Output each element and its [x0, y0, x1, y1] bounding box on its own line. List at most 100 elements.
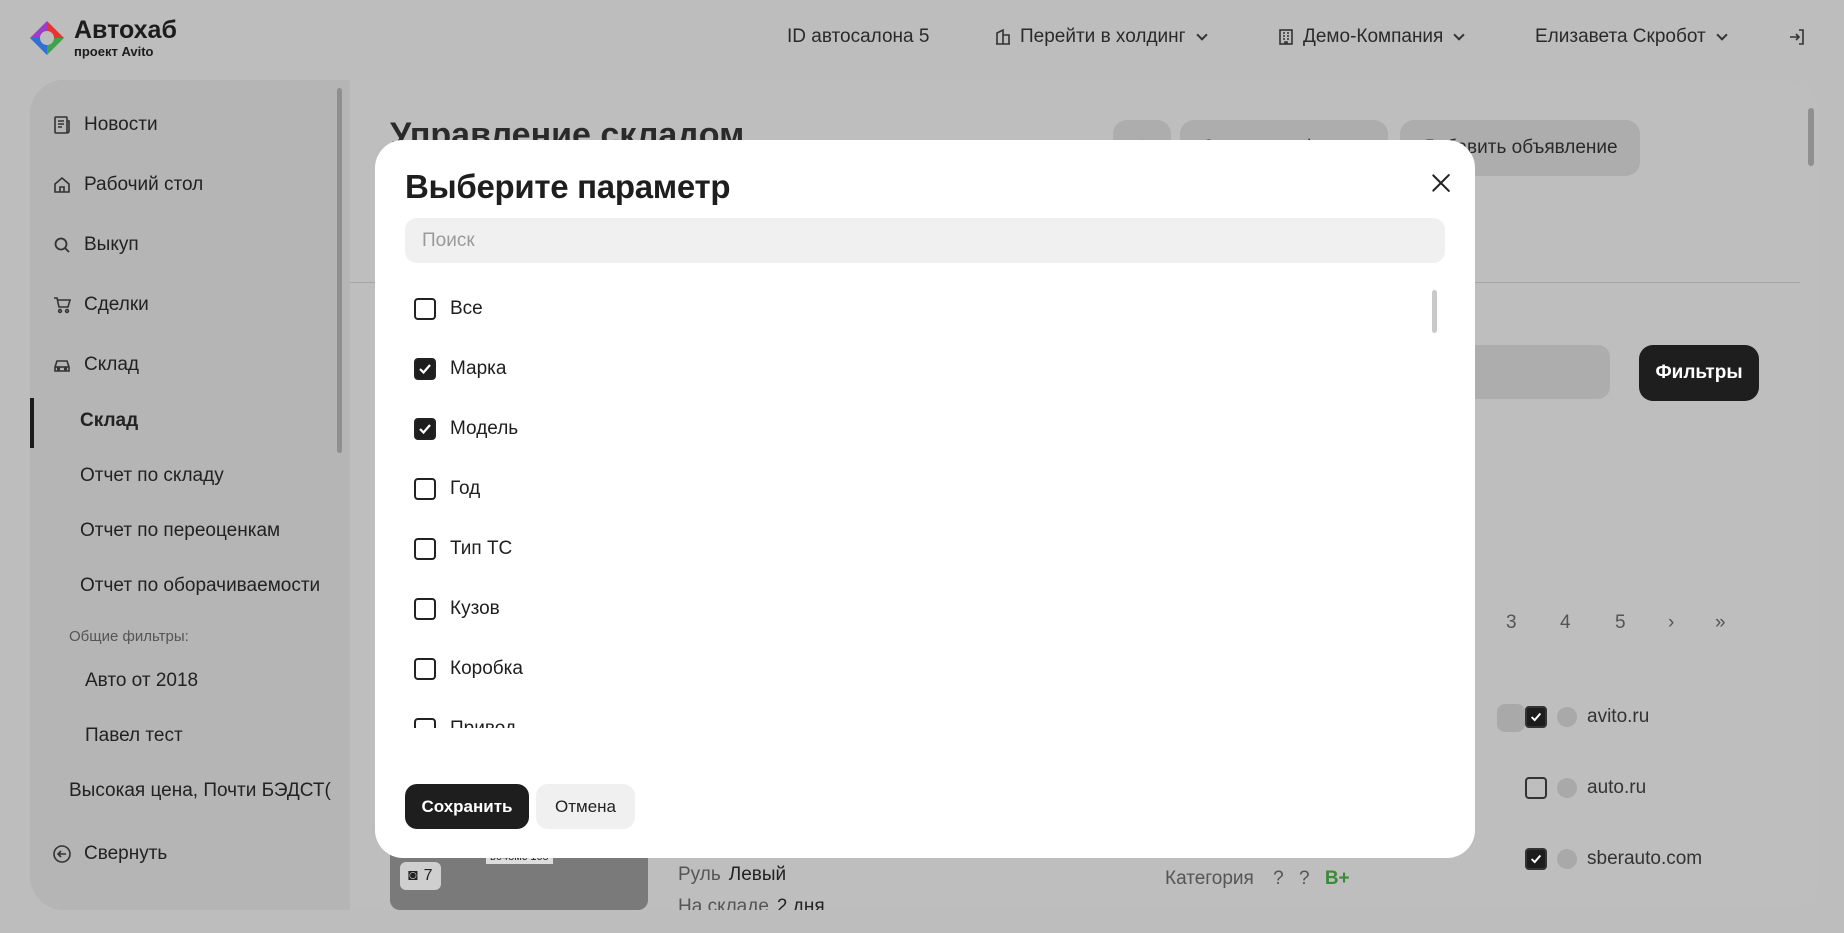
- top-header: Автохаб проект Avito ID автосалона 5 Пер…: [0, 0, 1844, 78]
- cart-icon: [54, 297, 72, 314]
- checkbox[interactable]: [414, 298, 436, 320]
- photo-count-badge: ◙ 7: [400, 862, 441, 890]
- spec-value: Левый: [728, 864, 787, 885]
- collapse-sidebar-button[interactable]: Свернуть: [52, 843, 167, 865]
- option-vehicle-type[interactable]: Тип ТС: [414, 538, 512, 560]
- chevron-down-icon: [1195, 28, 1208, 41]
- chevron-down-icon: [1716, 28, 1728, 41]
- last-page-icon[interactable]: »: [1715, 612, 1726, 634]
- sidebar-item-label: Склад: [84, 354, 139, 375]
- saved-filter-item[interactable]: Павел тест: [85, 725, 183, 747]
- option-body[interactable]: Кузов: [414, 598, 500, 620]
- modal-title: Выберите параметр: [405, 168, 731, 205]
- sidebar: Новости Рабочий стол Выкуп Сделки Склад …: [30, 80, 350, 910]
- sidebar-item-label: Новости: [84, 114, 158, 135]
- sidebar-subitem-stock[interactable]: Склад: [80, 410, 138, 432]
- checkbox[interactable]: [414, 658, 436, 680]
- source-logo-icon: [1557, 778, 1577, 798]
- source-name: auto.ru: [1587, 777, 1647, 798]
- filters-button[interactable]: Фильтры: [1639, 345, 1759, 401]
- option-brand[interactable]: Марка: [414, 358, 506, 380]
- list-scrollbar[interactable]: [1432, 290, 1437, 333]
- search-icon: [54, 237, 70, 253]
- source-checkbox[interactable]: [1525, 777, 1547, 799]
- sidebar-item-news[interactable]: Новости: [52, 114, 158, 136]
- checkbox-checked[interactable]: [414, 358, 436, 380]
- option-drive[interactable]: Привод: [414, 718, 516, 728]
- spec-steering: Руль Левый: [678, 864, 786, 886]
- source-logo-icon: [1557, 707, 1577, 727]
- option-label: Марка: [450, 358, 507, 379]
- logo-subtitle: проект Avito: [74, 44, 154, 59]
- checkbox[interactable]: [414, 598, 436, 620]
- option-label: Модель: [450, 418, 519, 439]
- collapse-label: Свернуть: [84, 843, 168, 864]
- sidebar-subitem-turnover-report[interactable]: Отчет по оборачиваемости: [80, 575, 320, 597]
- source-checkbox[interactable]: [1525, 706, 1547, 728]
- next-page-icon[interactable]: ›: [1668, 612, 1674, 634]
- category-unknown-2: ?: [1298, 868, 1310, 889]
- logo[interactable]: Автохаб проект Avito: [28, 18, 177, 58]
- building-icon: [994, 28, 1012, 46]
- cancel-button[interactable]: Отмена: [536, 784, 635, 829]
- option-gearbox[interactable]: Коробка: [414, 658, 523, 680]
- sidebar-item-label: Выкуп: [84, 234, 139, 255]
- option-label: Тип ТС: [450, 538, 513, 559]
- saved-filter-item[interactable]: Высокая цена, Почти БЭДСТ(: [69, 780, 331, 802]
- source-row-sberauto[interactable]: sberauto.com: [1525, 848, 1702, 870]
- arrow-left-circle-icon: [53, 845, 71, 863]
- source-checkbox[interactable]: [1525, 848, 1547, 870]
- saved-filter-item[interactable]: Авто от 2018: [85, 670, 198, 692]
- news-icon: [54, 116, 70, 134]
- home-icon: [54, 176, 70, 193]
- sidebar-subitem-revaluation-report[interactable]: Отчет по переоценкам: [80, 520, 280, 542]
- active-indicator: [30, 398, 34, 448]
- camera-icon: ◙: [408, 867, 418, 884]
- category-unknown-1: ?: [1273, 868, 1284, 889]
- page-3[interactable]: 3: [1506, 612, 1517, 634]
- main-scrollbar[interactable]: [1808, 108, 1814, 166]
- spec-label: На складе: [678, 896, 769, 910]
- close-icon[interactable]: [1428, 170, 1454, 196]
- checkbox[interactable]: [414, 478, 436, 500]
- checkbox[interactable]: [414, 538, 436, 560]
- source-row-avito[interactable]: avito.ru: [1525, 706, 1649, 728]
- logout-button[interactable]: [1788, 28, 1806, 46]
- source-logo-icon: [1557, 849, 1577, 869]
- checkbox-checked[interactable]: [414, 418, 436, 440]
- sidebar-scrollbar[interactable]: [337, 88, 342, 453]
- spec-label: Категория: [1165, 868, 1254, 889]
- parameter-search-input[interactable]: [405, 218, 1445, 263]
- option-label: Коробка: [450, 658, 523, 679]
- sidebar-item-deals[interactable]: Сделки: [52, 294, 149, 316]
- sidebar-item-buyout[interactable]: Выкуп: [52, 234, 139, 256]
- source-name: sberauto.com: [1587, 848, 1703, 869]
- page-5[interactable]: 5: [1615, 612, 1626, 634]
- logo-name: Автохаб: [74, 16, 177, 44]
- sidebar-item-stock[interactable]: Склад: [52, 354, 139, 376]
- parameter-list: Все Марка Модель Год Тип ТС Кузов Коробк…: [405, 288, 1445, 728]
- dealer-id: ID автосалона 5: [787, 26, 929, 48]
- user-menu[interactable]: Елизавета Скробот: [1535, 26, 1728, 48]
- sidebar-item-label: Рабочий стол: [84, 174, 204, 195]
- option-model[interactable]: Модель: [414, 418, 518, 440]
- option-year[interactable]: Год: [414, 478, 480, 500]
- save-button[interactable]: Сохранить: [405, 784, 529, 829]
- check-icon: [419, 364, 431, 375]
- company-switcher[interactable]: Демо-Компания: [1277, 26, 1466, 48]
- checkbox[interactable]: [414, 718, 436, 728]
- autohub-logo-icon: [28, 19, 66, 57]
- holding-switcher[interactable]: Перейти в холдинг: [994, 26, 1208, 48]
- source-row-autoru[interactable]: auto.ru: [1525, 777, 1646, 799]
- page-4[interactable]: 4: [1560, 612, 1571, 634]
- sidebar-subitem-stock-report[interactable]: Отчет по складу: [80, 465, 224, 487]
- bell-icon[interactable]: [1497, 704, 1525, 732]
- chevron-down-icon: [1453, 28, 1466, 41]
- office-icon: [1277, 28, 1295, 46]
- sidebar-item-desktop[interactable]: Рабочий стол: [52, 174, 203, 196]
- dealer-id-label: ID автосалона 5: [787, 26, 930, 47]
- spec-stock-days: На складе 2 дня: [678, 896, 825, 910]
- category-grade: B+: [1324, 868, 1350, 889]
- holding-label: Перейти в холдинг: [1020, 26, 1186, 47]
- option-all[interactable]: Все: [414, 298, 483, 320]
